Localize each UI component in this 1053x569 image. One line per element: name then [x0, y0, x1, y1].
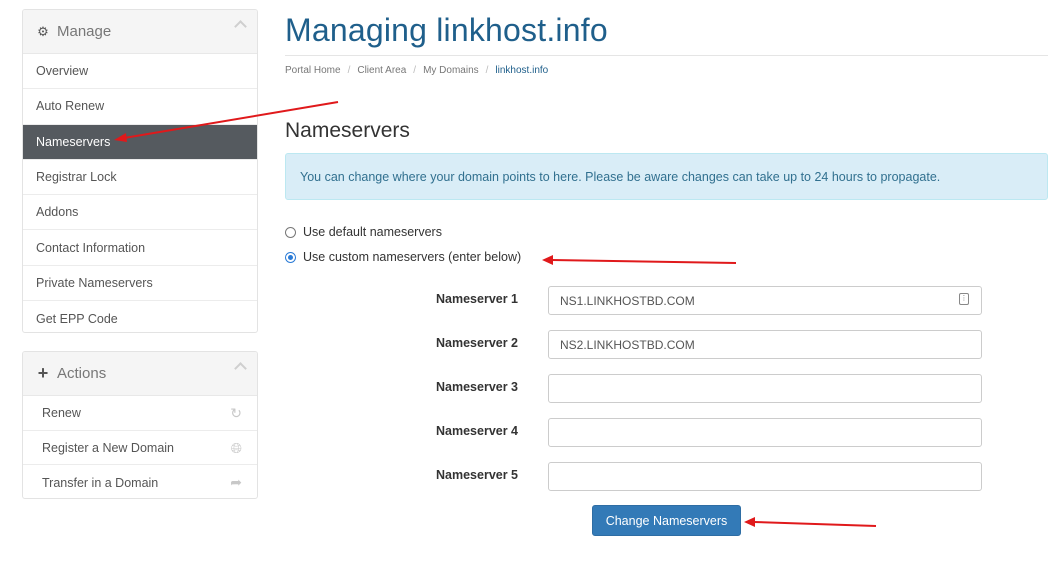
share-arrow-icon: ➦ — [230, 474, 242, 491]
radio-default-label: Use default nameservers — [303, 225, 442, 239]
actions-panel-title: Actions — [57, 365, 107, 382]
actions-panel-header[interactable]: + Actions — [23, 352, 257, 396]
radio-custom-nameservers[interactable]: Use custom nameservers (enter below) — [285, 250, 521, 264]
radio-default-nameservers[interactable]: Use default nameservers — [285, 225, 442, 239]
page-title: Managing linkhost.info — [285, 12, 608, 48]
chevron-up-icon[interactable] — [234, 20, 247, 33]
password-manager-icon[interactable]: ⋮ — [959, 293, 969, 305]
breadcrumb-separator: / — [347, 65, 351, 76]
nameserver-4-label: Nameserver 4 — [436, 424, 519, 438]
sidebar-item-get-epp-code[interactable]: Get EPP Code — [23, 301, 257, 332]
plus-icon: + — [37, 363, 49, 383]
sidebar-item-label: Renew — [42, 405, 81, 420]
sidebar-item-private-nameservers[interactable]: Private Nameservers — [23, 266, 257, 302]
chevron-up-icon[interactable] — [234, 362, 247, 375]
sidebar-item-addons[interactable]: Addons — [23, 195, 257, 231]
sidebar-item-label: Transfer in a Domain — [42, 475, 159, 490]
breadcrumb-separator: / — [413, 65, 417, 76]
nameserver-1-input[interactable] — [548, 286, 982, 315]
nameserver-1-label: Nameserver 1 — [436, 292, 519, 306]
sidebar-item-label: Register a New Domain — [42, 440, 174, 455]
sidebar-item-renew[interactable]: Renew ↻ — [23, 396, 257, 431]
nameserver-5-input[interactable] — [548, 462, 982, 491]
nameserver-2-input[interactable] — [548, 330, 982, 359]
annotation-arrow-button — [744, 517, 877, 527]
breadcrumb-separator: / — [485, 65, 489, 76]
sidebar-item-register-domain[interactable]: Register a New Domain 🌐︎ — [23, 431, 257, 466]
section-title: Nameservers — [285, 119, 410, 142]
sidebar-item-transfer-domain[interactable]: Transfer in a Domain ➦ — [23, 465, 257, 498]
sidebar-item-registrar-lock[interactable]: Registrar Lock — [23, 160, 257, 196]
breadcrumb: Portal Home / Client Area / My Domains / linkh… — [285, 65, 548, 76]
nameserver-5-label: Nameserver 5 — [436, 468, 519, 482]
sidebar-item-auto-renew[interactable]: Auto Renew — [23, 89, 257, 125]
breadcrumb-client-area[interactable]: Client Area — [357, 65, 406, 76]
sidebar-item-nameservers[interactable]: Nameservers — [23, 124, 257, 160]
info-alert: You can change where your domain points … — [285, 153, 1048, 200]
manage-panel-header[interactable]: ⚙ Manage — [23, 10, 257, 54]
title-divider — [285, 55, 1048, 56]
radio-custom-label: Use custom nameservers (enter below) — [303, 250, 522, 264]
nameserver-3-input[interactable] — [548, 374, 982, 403]
breadcrumb-current: linkhost.info — [495, 65, 549, 76]
actions-panel: + Actions Renew ↻ Register a New Domain … — [22, 351, 258, 499]
sidebar-item-contact-information[interactable]: Contact Information — [23, 230, 257, 266]
sidebar-item-overview[interactable]: Overview — [23, 54, 257, 90]
globe-icon: 🌐︎ — [230, 439, 242, 456]
refresh-icon: ↻ — [230, 405, 242, 421]
nameserver-3-label: Nameserver 3 — [436, 380, 519, 394]
annotation-arrow-radio — [542, 255, 737, 265]
change-nameservers-button[interactable]: Change Nameservers — [592, 505, 741, 536]
breadcrumb-portal-home[interactable]: Portal Home — [285, 65, 341, 76]
manage-panel: ⚙ Manage Overview Auto Renew Nameservers… — [22, 9, 258, 333]
radio-default[interactable] — [285, 226, 296, 238]
manage-panel-title: Manage — [57, 23, 112, 40]
breadcrumb-my-domains[interactable]: My Domains — [423, 65, 479, 76]
nameserver-4-input[interactable] — [548, 418, 982, 447]
gear-icon: ⚙ — [37, 23, 49, 39]
radio-custom[interactable] — [285, 251, 296, 263]
nameserver-2-label: Nameserver 2 — [436, 336, 519, 350]
